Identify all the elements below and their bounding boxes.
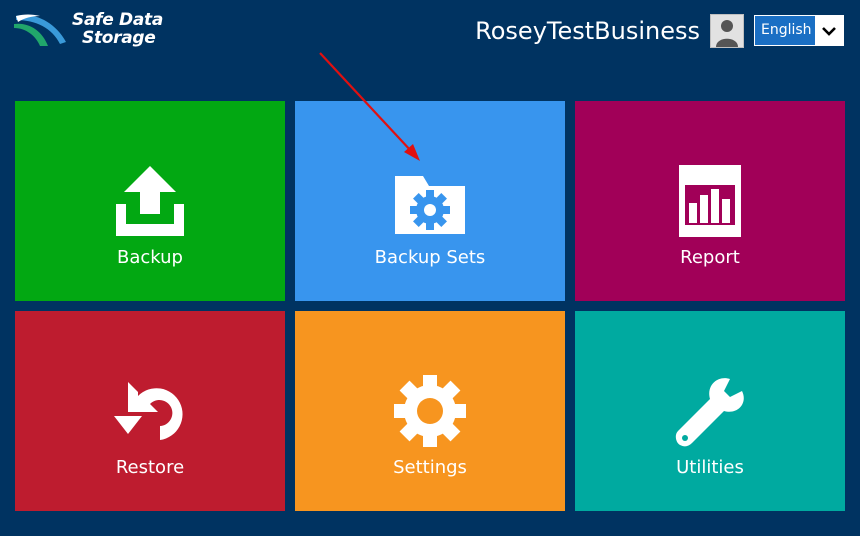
app-window: Safe Data Storage RoseyTestBusiness Engl… xyxy=(0,0,860,536)
language-select[interactable]: English xyxy=(754,15,844,46)
tile-backup-sets[interactable]: Backup Sets xyxy=(295,101,565,301)
tile-report[interactable]: Report xyxy=(575,101,845,301)
gear-icon xyxy=(295,373,565,449)
folder-gear-icon xyxy=(295,163,565,239)
user-icon xyxy=(711,15,743,47)
tile-label: Report xyxy=(680,247,740,268)
tile-label: Backup Sets xyxy=(374,247,486,268)
logo-text-line1: Safe Data xyxy=(72,10,164,30)
language-dropdown-button[interactable] xyxy=(815,16,843,45)
language-selected-value: English xyxy=(761,22,812,38)
logo-swoosh-icon xyxy=(14,14,66,46)
tile-restore[interactable]: Restore xyxy=(15,311,285,511)
upload-icon xyxy=(15,163,285,239)
tile-label: Restore xyxy=(115,457,185,478)
logo-text: Safe Data Storage xyxy=(72,11,163,47)
tile-utilities[interactable]: Utilities xyxy=(575,311,845,511)
tile-settings[interactable]: Settings xyxy=(295,311,565,511)
restore-icon xyxy=(15,373,285,449)
user-avatar[interactable] xyxy=(710,14,744,48)
wrench-icon xyxy=(575,373,845,449)
logo: Safe Data Storage xyxy=(14,10,184,50)
tile-backup[interactable]: Backup xyxy=(15,101,285,301)
logo-text-line2: Storage xyxy=(82,28,156,48)
bar-chart-icon xyxy=(575,163,845,239)
tile-label: Settings xyxy=(393,457,467,478)
chevron-down-icon xyxy=(822,26,836,36)
tile-label: Utilities xyxy=(676,457,744,478)
tile-label: Backup xyxy=(117,247,183,268)
username: RoseyTestBusiness xyxy=(475,17,700,45)
